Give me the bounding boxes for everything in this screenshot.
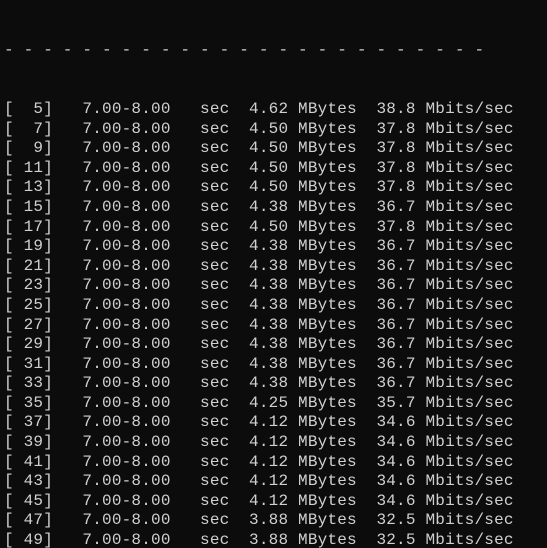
- table-row: [ 35] 7.00-8.00 sec 4.25 MBytes 35.7 Mbi…: [4, 394, 547, 414]
- table-row: [ 47] 7.00-8.00 sec 3.88 MBytes 32.5 Mbi…: [4, 511, 547, 531]
- table-row: [ 9] 7.00-8.00 sec 4.50 MBytes 37.8 Mbit…: [4, 139, 547, 159]
- table-row: [ 11] 7.00-8.00 sec 4.50 MBytes 37.8 Mbi…: [4, 159, 547, 179]
- table-row: [ 45] 7.00-8.00 sec 4.12 MBytes 34.6 Mbi…: [4, 492, 547, 512]
- table-row: [ 49] 7.00-8.00 sec 3.88 MBytes 32.5 Mbi…: [4, 531, 547, 548]
- table-row: [ 13] 7.00-8.00 sec 4.50 MBytes 37.8 Mbi…: [4, 178, 547, 198]
- table-row: [ 5] 7.00-8.00 sec 4.62 MBytes 38.8 Mbit…: [4, 100, 547, 120]
- terminal-output: - - - - - - - - - - - - - - - - - - - - …: [0, 0, 547, 548]
- table-row: [ 19] 7.00-8.00 sec 4.38 MBytes 36.7 Mbi…: [4, 237, 547, 257]
- table-row: [ 27] 7.00-8.00 sec 4.38 MBytes 36.7 Mbi…: [4, 316, 547, 336]
- table-row: [ 31] 7.00-8.00 sec 4.38 MBytes 36.7 Mbi…: [4, 355, 547, 375]
- table-row: [ 37] 7.00-8.00 sec 4.12 MBytes 34.6 Mbi…: [4, 413, 547, 433]
- table-row: [ 29] 7.00-8.00 sec 4.38 MBytes 36.7 Mbi…: [4, 335, 547, 355]
- table-row: [ 43] 7.00-8.00 sec 4.12 MBytes 34.6 Mbi…: [4, 472, 547, 492]
- table-row: [ 25] 7.00-8.00 sec 4.38 MBytes 36.7 Mbi…: [4, 296, 547, 316]
- table-row: [ 21] 7.00-8.00 sec 4.38 MBytes 36.7 Mbi…: [4, 257, 547, 277]
- table-row: [ 15] 7.00-8.00 sec 4.38 MBytes 36.7 Mbi…: [4, 198, 547, 218]
- table-row: [ 23] 7.00-8.00 sec 4.38 MBytes 36.7 Mbi…: [4, 276, 547, 296]
- table-row: [ 33] 7.00-8.00 sec 4.38 MBytes 36.7 Mbi…: [4, 374, 547, 394]
- table-row: [ 17] 7.00-8.00 sec 4.50 MBytes 37.8 Mbi…: [4, 218, 547, 238]
- table-row: [ 7] 7.00-8.00 sec 4.50 MBytes 37.8 Mbit…: [4, 120, 547, 140]
- table-row: [ 39] 7.00-8.00 sec 4.12 MBytes 34.6 Mbi…: [4, 433, 547, 453]
- table-row: [ 41] 7.00-8.00 sec 4.12 MBytes 34.6 Mbi…: [4, 453, 547, 473]
- separator-line: - - - - - - - - - - - - - - - - - - - - …: [4, 41, 547, 61]
